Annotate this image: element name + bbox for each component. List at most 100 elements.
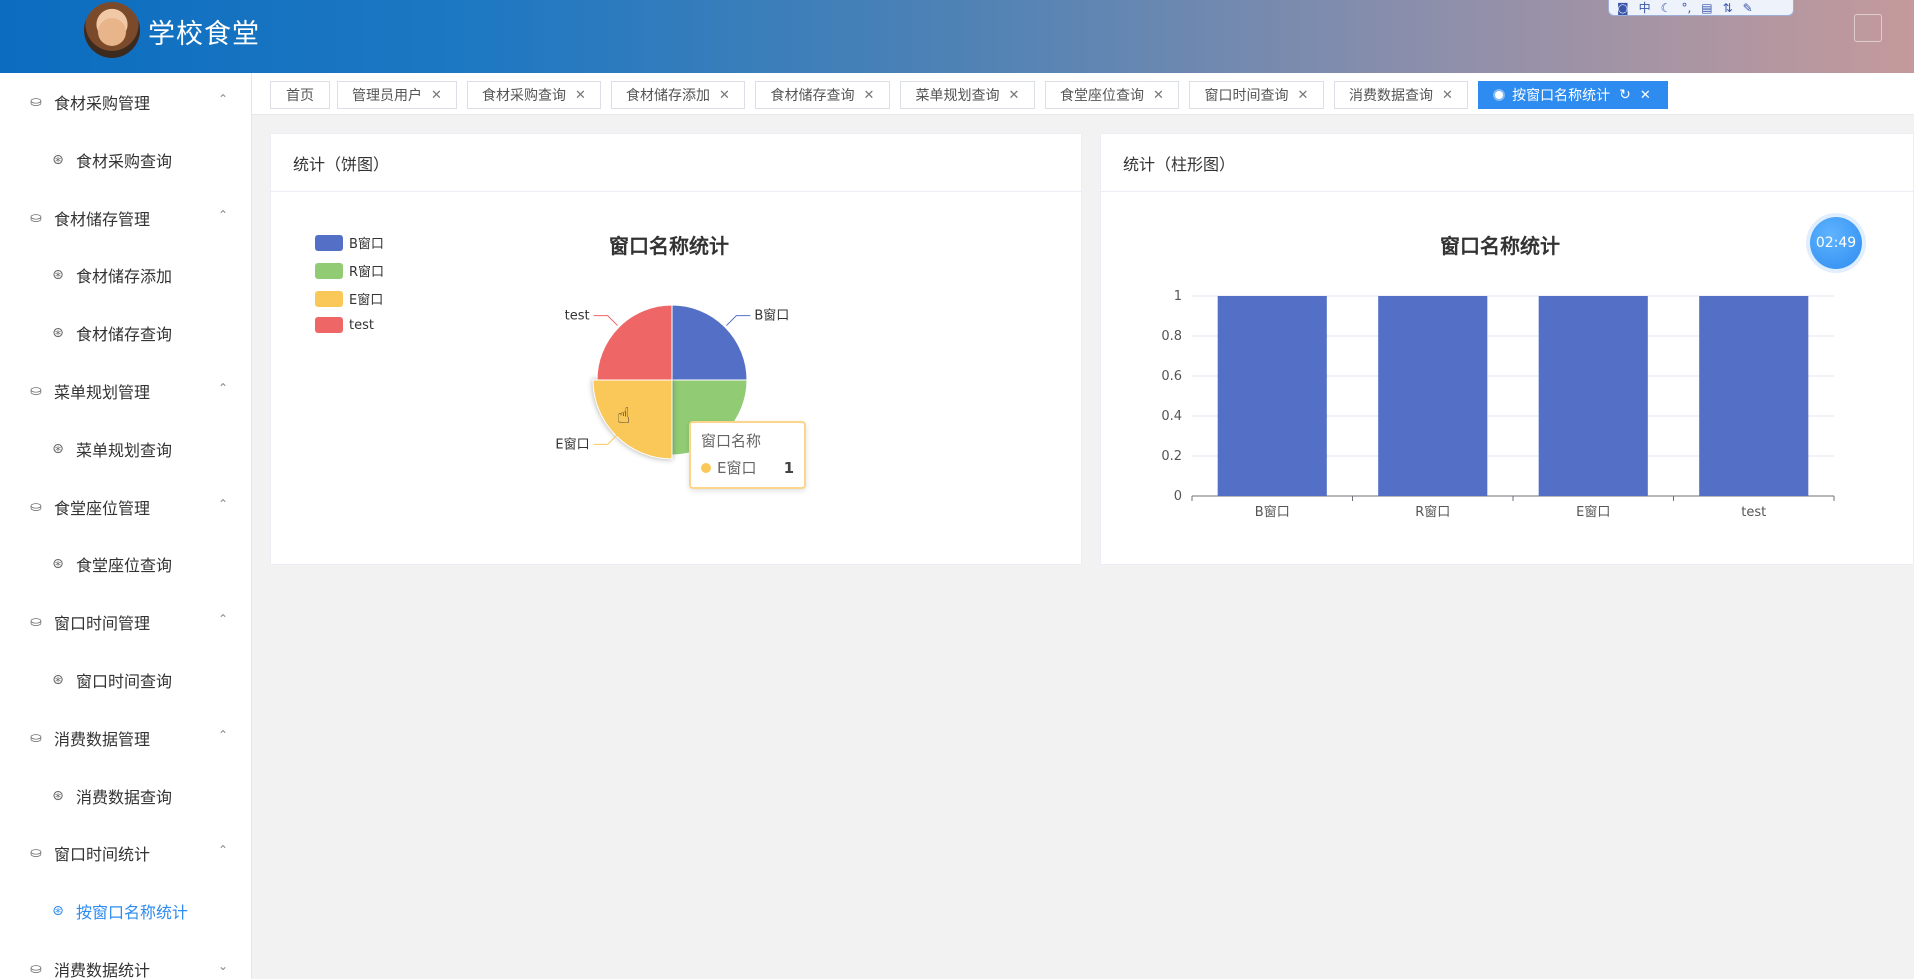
pie-chart-title: 窗口名称统计 [609,234,729,258]
pie-label-line [593,315,618,326]
sidebar-item-1[interactable]: ⊛ 食材采购查询 [0,131,252,189]
tab-0[interactable]: 首页 [270,81,330,109]
tab-2[interactable]: 食材采购查询 ✕ [467,81,601,109]
sidebar-item-label: 食材储存查询 [76,325,173,344]
tab-7[interactable]: 窗口时间查询 ✕ [1189,81,1324,109]
legend-item[interactable]: R窗口 [315,261,384,280]
bowl-icon: ⛀ [30,210,42,226]
timer-badge[interactable]: 02:49 [1810,217,1862,269]
close-icon[interactable]: ✕ [575,88,586,103]
ime-toolbar[interactable]: ◙ 中 ☾ °, ▤ ⇅ ✎ [1608,0,1794,16]
close-icon[interactable]: ✕ [1640,88,1651,103]
ime-punct-icon[interactable]: °, [1681,1,1691,15]
close-icon[interactable]: ✕ [1009,88,1020,103]
sidebar-item-10[interactable]: ⊛ 窗口时间查询 [0,651,252,709]
pie-tooltip: 窗口名称 E窗口 1 [689,421,806,489]
tooltip-value: 1 [783,458,794,477]
tab-label: 按窗口名称统计 [1512,88,1611,104]
sidebar-group-13[interactable]: ⛀ 窗口时间统计 ⌃ [0,824,252,882]
ime-logo-icon[interactable]: ◙ [1617,1,1629,15]
tab-5[interactable]: 菜单规划查询 ✕ [900,81,1035,109]
bar-chart[interactable]: 0 0.2 0.4 0.6 0.8 1 B窗口 R窗口 E窗口 test [1140,280,1860,520]
bowl-icon: ⛀ [30,961,42,977]
bowl-icon: ⛀ [30,383,42,399]
sidebar-item-label: 消费数据统计 [54,961,151,979]
sidebar-group-7[interactable]: ⛀ 食堂座位管理 ⌃ [0,478,252,536]
y-tick-label: 0.8 [1161,329,1182,344]
legend-label: test [349,317,374,333]
bowl-icon: ⛀ [30,730,42,746]
bowl-icon: ⛀ [30,614,42,630]
close-icon[interactable]: ✕ [1298,88,1309,103]
sidebar-group-2[interactable]: ⛀ 食材储存管理 ⌃ [0,189,252,247]
close-icon[interactable]: ✕ [1153,88,1164,103]
sidebar-item-4[interactable]: ⊛ 食材储存查询 [0,304,252,362]
sidebar-item-label: 食堂座位管理 [54,499,151,518]
sidebar-item-label: 食材储存添加 [76,267,173,286]
sidebar-group-9[interactable]: ⛀ 窗口时间管理 ⌃ [0,593,252,651]
legend-item[interactable]: E窗口 [315,289,383,308]
ime-chinese-icon[interactable]: 中 [1639,1,1651,15]
refresh-icon[interactable]: ↻ [1619,87,1631,103]
ime-wrench-icon[interactable]: ✎ [1743,1,1753,15]
close-icon[interactable]: ✕ [431,88,442,103]
x-tick-label: test [1741,505,1766,520]
tab-bar: 首页 管理员用户 ✕ 食材采购查询 ✕ 食材储存添加 ✕ 食材储存查询 ✕ 菜单规划查询 ✕ 食堂座位… [252,73,1914,115]
ime-keyboard-icon[interactable]: ▤ [1701,1,1712,15]
sidebar-item-8[interactable]: ⊛ 食堂座位查询 [0,535,252,593]
sidebar-item-14[interactable]: ⊛ 按窗口名称统计 [0,882,252,940]
bar[interactable] [1699,296,1809,496]
chevron-up-icon: ⌃ [217,728,228,742]
pie-slice-label: test [565,309,590,324]
app-title: 学校食堂 [148,19,260,50]
tab-6[interactable]: 食堂座位查询 ✕ [1045,81,1179,109]
chevron-up-icon: ⌃ [217,612,228,626]
menu-dot-icon: ⊛ [52,903,64,919]
y-tick-label: 0 [1174,489,1182,504]
tab-label: 管理员用户 [352,88,423,104]
tab-label: 食堂座位查询 [1060,88,1145,104]
sidebar-item-6[interactable]: ⊛ 菜单规划查询 [0,420,252,478]
tooltip-label: E窗口 [717,459,757,477]
y-tick-label: 1 [1174,289,1182,304]
pie-slice-label: E窗口 [555,436,589,452]
pie-slice[interactable] [592,379,673,460]
tab-8[interactable]: 消费数据查询 ✕ [1334,81,1468,109]
bar[interactable] [1538,296,1648,496]
sidebar-item-12[interactable]: ⊛ 消费数据查询 [0,767,252,825]
tab-4[interactable]: 食材储存查询 ✕ [755,81,890,109]
sidebar-item-label: 窗口时间统计 [54,845,151,864]
ime-skin-icon[interactable]: ⇅ [1723,1,1733,15]
tab-label: 食材储存查询 [770,88,855,104]
tab-3[interactable]: 食材储存添加 ✕ [611,81,745,109]
sidebar-group-0[interactable]: ⛀ 食材采购管理 ⌃ [0,73,252,131]
y-tick-label: 0.2 [1161,449,1182,464]
close-icon[interactable]: ✕ [719,88,730,103]
sidebar-group-5[interactable]: ⛀ 菜单规划管理 ⌃ [0,362,252,420]
bar[interactable] [1378,296,1488,496]
menu-dot-icon: ⊛ [52,152,64,168]
ime-moon-icon[interactable]: ☾ [1661,1,1672,15]
legend-swatch [315,262,343,279]
tab-label: 食材储存添加 [626,88,711,104]
sidebar-group-11[interactable]: ⛀ 消费数据管理 ⌃ [0,709,252,767]
sidebar-item-3[interactable]: ⊛ 食材储存添加 [0,246,252,304]
legend-item[interactable]: B窗口 [315,233,384,252]
window-control-icon[interactable] [1854,14,1882,42]
close-icon[interactable]: ✕ [1442,88,1453,103]
sidebar-group-15[interactable]: ⛀ 消费数据统计 ⌄ [0,940,252,979]
menu-dot-icon: ⊛ [52,788,64,804]
tab-9[interactable]: 按窗口名称统计 ↻ ✕ [1478,81,1668,109]
legend-swatch [315,317,343,333]
sidebar-item-label: 窗口时间管理 [54,614,151,633]
y-tick-label: 0.4 [1161,409,1182,424]
bar[interactable] [1217,296,1327,496]
y-tick-label: 0.6 [1161,369,1182,384]
tab-1[interactable]: 管理员用户 ✕ [337,81,457,109]
app-header: 学校食堂 ◙ 中 ☾ °, ▤ ⇅ ✎ [0,0,1914,73]
sidebar-item-label: 按窗口名称统计 [76,903,189,922]
menu-dot-icon: ⊛ [52,672,64,688]
sidebar-item-label: 食材储存管理 [54,210,151,229]
legend-item[interactable]: test [315,317,374,333]
close-icon[interactable]: ✕ [864,88,875,103]
